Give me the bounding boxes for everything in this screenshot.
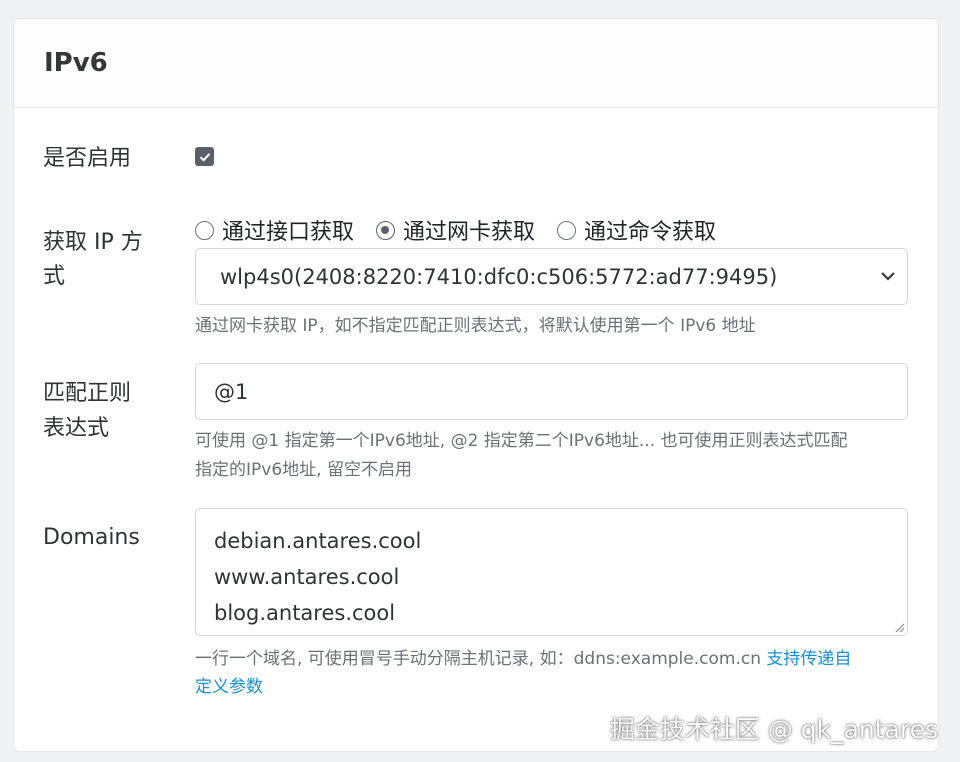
check-icon [199, 152, 210, 162]
domain-line: www.antares.cool [214, 565, 400, 589]
ip-method-label-line2: 式 [43, 264, 66, 289]
regex-help-line1: 可使用 @1 指定第一个IPv6地址, @2 指定第二个IPv6地址... 也可… [195, 431, 848, 451]
ipv6-card: IPv6 是否启用 获取 IP 方 式 通过接口获取 通过网卡获取 通过命令获取… [13, 18, 939, 752]
radio-netcard[interactable] [376, 220, 396, 240]
regex-label-line1: 匹配正则 [43, 381, 132, 406]
ip-method-label-line1: 获取 IP 方 [43, 230, 143, 255]
regex-input-value: @1 [214, 379, 249, 404]
radio-option-command[interactable]: 通过命令获取 [557, 214, 716, 246]
radio-option-netcard[interactable]: 通过网卡获取 [376, 214, 535, 246]
regex-input[interactable]: @1 [195, 363, 908, 420]
domains-textarea[interactable]: debian.antares.cool www.antares.cool blo… [195, 508, 908, 636]
ip-method-radio-group: 通过接口获取 通过网卡获取 通过命令获取 [195, 214, 738, 246]
netcard-select[interactable]: wlp4s0(2408:8220:7410:dfc0:c506:5772:ad7… [195, 248, 908, 305]
domains-label: Domains [43, 525, 140, 550]
radio-option-interface[interactable]: 通过接口获取 [195, 214, 354, 246]
chevron-down-icon [881, 272, 895, 281]
card-title: IPv6 [44, 48, 108, 78]
watermark: 掘金技术社区 @ qk_antares [609, 715, 938, 744]
domain-line: debian.antares.cool [214, 529, 422, 553]
radio-interface-label: 通过接口获取 [222, 220, 355, 245]
radio-command-label: 通过命令获取 [584, 220, 717, 245]
resize-handle-icon[interactable] [893, 621, 905, 633]
netcard-select-value: wlp4s0(2408:8220:7410:dfc0:c506:5772:ad7… [220, 264, 778, 289]
domains-help-line1: 一行一个域名, 可使用冒号手动分隔主机记录, 如：ddns:example.co… [195, 645, 915, 674]
regex-help-line2: 指定的IPv6地址, 留空不启用 [195, 460, 412, 480]
custom-params-link-cont[interactable]: 定义参数 [195, 677, 263, 697]
domains-help-text: 一行一个域名, 可使用冒号手动分隔主机记录, 如：ddns:example.co… [195, 649, 767, 669]
radio-interface[interactable] [195, 220, 214, 240]
custom-params-link[interactable]: 支持传递自 [766, 649, 851, 669]
enable-checkbox[interactable] [195, 147, 214, 166]
radio-netcard-label: 通过网卡获取 [403, 220, 536, 245]
domain-line: blog.antares.cool [214, 601, 396, 625]
regex-label-line2: 表达式 [43, 416, 110, 441]
enable-label: 是否启用 [43, 146, 132, 171]
card-header: IPv6 [14, 19, 938, 108]
ip-method-help: 通过网卡获取 IP，如不指定匹配正则表达式，将默认使用第一个 IPv6 地址 [195, 316, 756, 336]
domains-help-line2: 定义参数 [195, 673, 915, 702]
radio-command[interactable] [557, 220, 577, 240]
